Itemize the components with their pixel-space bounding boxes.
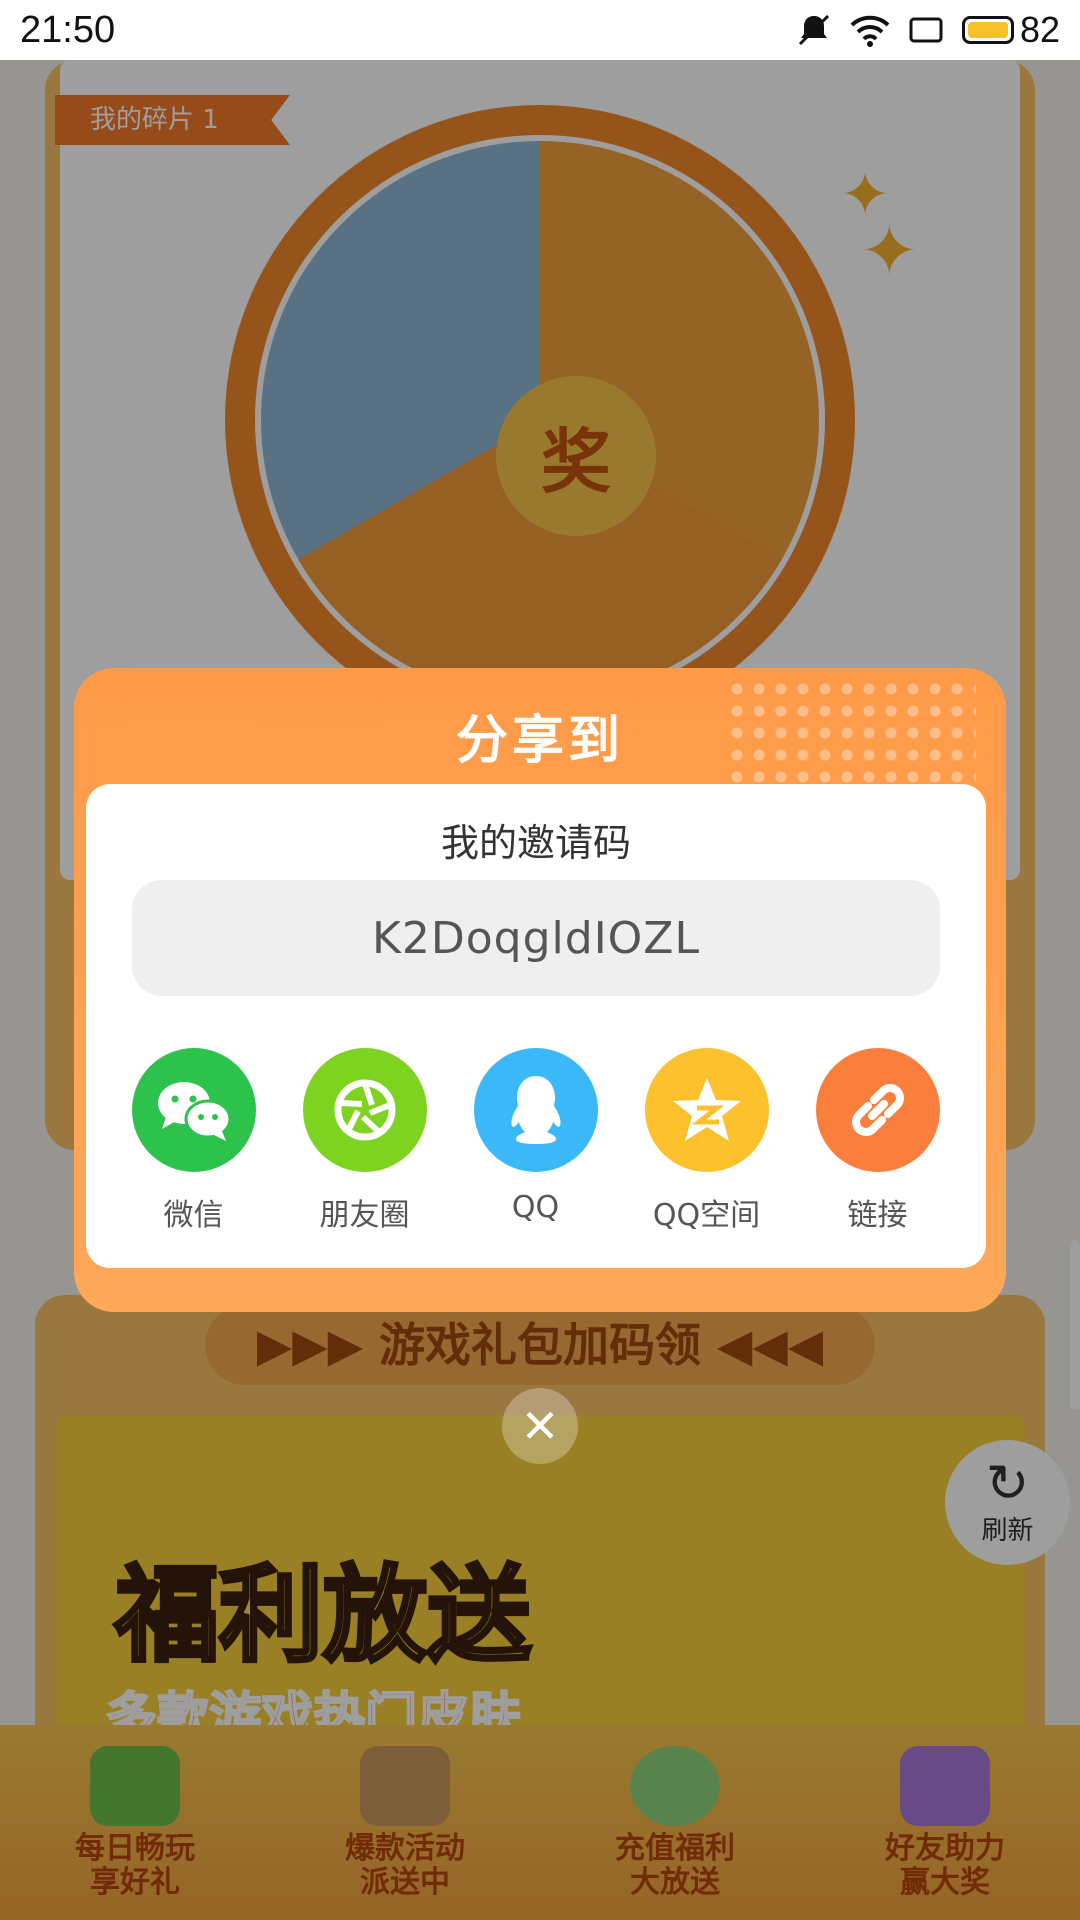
battery-icon	[961, 16, 1014, 44]
status-bar: 21:50 82	[0, 0, 1080, 60]
share-dialog: 分享到 我的邀请码 K2DoqgldIOZL 微信 朋友圈 QQ QQ空间 链接	[74, 668, 1006, 1312]
mute-icon	[798, 14, 830, 46]
screen-rotate-icon	[909, 17, 943, 43]
link-icon	[815, 1048, 940, 1172]
qq-icon	[473, 1048, 598, 1172]
share-label: 链接	[847, 1198, 908, 1233]
share-link-button[interactable]: 链接	[792, 1048, 963, 1234]
battery-level: 82	[1019, 9, 1060, 50]
status-time: 21:50	[20, 8, 116, 51]
share-qzone-button[interactable]: QQ空间	[621, 1048, 792, 1234]
share-moments-button[interactable]: 朋友圈	[279, 1048, 450, 1234]
share-qq-button[interactable]: QQ	[450, 1048, 621, 1234]
share-label: QQ空间	[652, 1198, 761, 1233]
invite-code-field[interactable]: K2DoqgldIOZL	[132, 880, 940, 996]
dialog-title: 分享到	[455, 711, 624, 771]
invite-code-label: 我的邀请码	[440, 821, 631, 865]
status-icons: 82	[796, 9, 1060, 51]
share-targets: 微信 朋友圈 QQ QQ空间 链接	[86, 1048, 986, 1234]
close-dialog-button[interactable]: ✕	[502, 1388, 578, 1464]
battery-indicator: 82	[961, 9, 1060, 51]
qzone-icon	[644, 1048, 769, 1172]
share-label: 朋友圈	[319, 1198, 410, 1233]
wifi-icon	[850, 15, 890, 47]
dialog-card: 我的邀请码 K2DoqgldIOZL 微信 朋友圈 QQ QQ空间 链接	[86, 784, 986, 1268]
share-label: 微信	[163, 1198, 224, 1233]
share-label: QQ	[511, 1190, 560, 1225]
close-icon: ✕	[520, 1399, 560, 1453]
moments-icon	[302, 1048, 427, 1172]
wechat-icon	[131, 1048, 256, 1172]
share-wechat-button[interactable]: 微信	[108, 1048, 279, 1234]
